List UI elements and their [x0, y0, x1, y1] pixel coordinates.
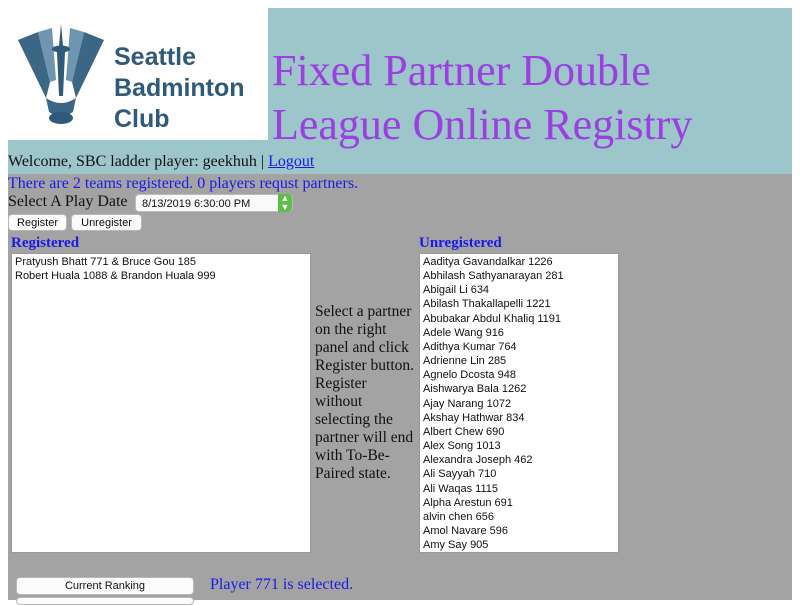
page-title: Fixed Partner Double League Online Regis…	[272, 46, 693, 149]
registration-status: There are 2 teams registered. 0 players …	[8, 175, 359, 192]
list-item[interactable]: Albert Chew 690	[420, 425, 618, 439]
list-item[interactable]: Pratyush Bhatt 771 & Bruce Gou 185	[12, 255, 310, 269]
list-item[interactable]: Adrienne Lin 285	[420, 354, 618, 368]
logo-wordmark: Seattle Badminton Club	[114, 43, 245, 133]
list-item[interactable]: Aaditya Gavandalkar 1226	[420, 255, 618, 269]
welcome-text: Welcome, SBC ladder player: geekhuh |	[8, 153, 265, 170]
secondary-button[interactable]	[16, 597, 194, 605]
list-item[interactable]: Abubakar Abdul Khaliq 1191	[420, 312, 618, 326]
list-item[interactable]: Alpha Arestun 691	[420, 496, 618, 510]
registration-instructions: Select a partner on the right panel and …	[315, 303, 415, 482]
list-item[interactable]: Agnelo Dcosta 948	[420, 368, 618, 382]
list-item[interactable]: Amy Say 905	[420, 538, 618, 552]
welcome-bar: Welcome, SBC ladder player: geekhuh | Lo…	[8, 153, 314, 171]
list-item[interactable]: alvin chen 656	[420, 510, 618, 524]
unregistered-players-list[interactable]: Aaditya Gavandalkar 1226 Abhilash Sathya…	[419, 253, 619, 553]
list-item[interactable]: Ali Waqas 1115	[420, 482, 618, 496]
register-button[interactable]: Register	[8, 214, 67, 231]
list-item[interactable]: Abhilash Sathyanarayan 281	[420, 269, 618, 283]
list-item[interactable]: Akshay Hathwar 834	[420, 411, 618, 425]
list-item[interactable]: Adithya Kumar 764	[420, 340, 618, 354]
club-logo: Seattle Badminton Club	[8, 8, 268, 140]
list-item[interactable]: Alex Song 1013	[420, 439, 618, 453]
registered-heading: Registered	[11, 235, 80, 251]
unregister-button[interactable]: Unregister	[71, 214, 142, 231]
logout-link[interactable]: Logout	[268, 153, 314, 170]
list-item[interactable]: Adele Wang 916	[420, 326, 618, 340]
list-item[interactable]: Ajay Narang 1072	[420, 397, 618, 411]
list-item[interactable]: Abilash Thakallapelli 1221	[420, 297, 618, 311]
unregistered-heading: Unregistered	[419, 235, 502, 251]
play-date-value: 8/13/2019 6:30:00 PM	[142, 198, 251, 210]
list-item[interactable]: Aishwarya Bala 1262	[420, 382, 618, 396]
list-item[interactable]: Alexandra Joseph 462	[420, 453, 618, 467]
shuttlecock-needle-icon	[18, 24, 104, 124]
current-ranking-button[interactable]: Current Ranking	[16, 577, 194, 595]
list-item[interactable]: Ali Sayyah 710	[420, 467, 618, 481]
list-item[interactable]: Abigail Li 634	[420, 283, 618, 297]
play-date-label: Select A Play Date	[8, 193, 128, 210]
selection-message: Player 771 is selected.	[210, 576, 354, 593]
registered-teams-list[interactable]: Pratyush Bhatt 771 & Bruce Gou 185 Rober…	[11, 253, 311, 553]
play-date-select[interactable]: 8/13/2019 6:30:00 PM ▲ ▼	[135, 194, 293, 212]
list-item[interactable]: Amol Navare 596	[420, 524, 618, 538]
list-item[interactable]: Robert Huala 1088 & Brandon Huala 999	[12, 269, 310, 283]
select-arrows-icon: ▲ ▼	[278, 194, 292, 212]
